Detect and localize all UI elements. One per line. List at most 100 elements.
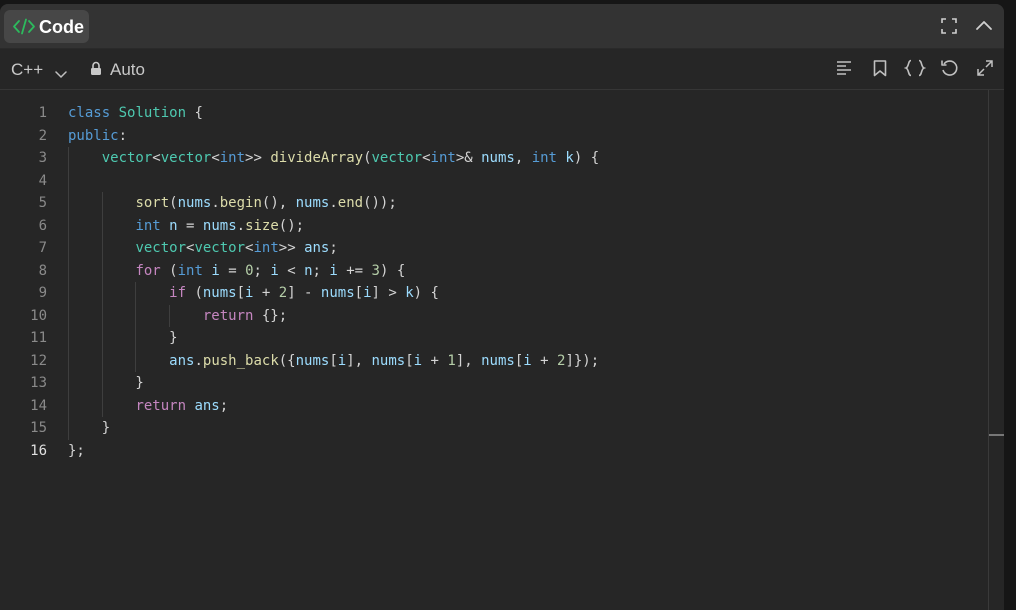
code-token: ( (186, 285, 203, 301)
collapse-icon[interactable] (975, 17, 993, 40)
code-line[interactable]: 5 sort(nums.begin(), nums.end()); (0, 192, 988, 215)
code-token: i (329, 262, 338, 279)
line-number: 16 (30, 442, 47, 459)
code-line[interactable]: 8 for (int i = 0; i < n; i += 3) { (0, 260, 988, 283)
code-token: ) { (379, 262, 406, 279)
code-line[interactable]: 10 return {}; (0, 305, 988, 328)
code-line[interactable]: 11 } (0, 327, 988, 350)
code-token: } (68, 330, 178, 346)
code-token: ], (346, 352, 372, 369)
editor-toolbar: C++ Auto (0, 49, 1004, 90)
code-token: ) { (573, 150, 600, 166)
code-token: nums (202, 217, 237, 234)
code-line[interactable]: 1 class Solution { (0, 102, 988, 125)
code-line[interactable]: 16}; (0, 440, 988, 463)
code-token: begin (219, 195, 262, 211)
code-token: + (531, 352, 558, 369)
code-token: ; (219, 397, 229, 414)
chevron-down-icon[interactable] (55, 66, 67, 84)
code-token: nums (320, 285, 355, 301)
code-editor[interactable]: 1 class Solution {2 public: 3 vector<vector… (0, 90, 988, 610)
code-token: nums (481, 150, 515, 166)
code-token: ans (169, 352, 195, 369)
code-token: : (118, 127, 128, 144)
code-tab-label: Code (39, 17, 84, 37)
code-token: 2 (278, 285, 288, 301)
code-token: . (194, 352, 203, 369)
code-token: int (531, 150, 557, 166)
code-token: nums (481, 352, 515, 369)
code-token: [ (405, 352, 414, 369)
fullscreen-icon[interactable] (940, 17, 958, 40)
code-token: ) { (413, 285, 439, 301)
code-token: int (253, 240, 279, 256)
expand-icon[interactable] (976, 59, 994, 82)
code-token: nums (295, 195, 330, 211)
language-select[interactable]: C++ (11, 60, 43, 80)
code-token: vector (101, 150, 153, 166)
code-text: } (68, 417, 110, 440)
code-token: ; (253, 262, 271, 279)
code-tab[interactable]: Code (4, 10, 89, 43)
code-token: return (135, 397, 187, 414)
code-token: i (523, 352, 532, 369)
code-token: . (329, 195, 338, 211)
code-line[interactable]: 2 public: (0, 125, 988, 148)
code-token: 3 (371, 262, 380, 279)
code-token: ; (312, 262, 330, 279)
code-line[interactable]: 9 if (nums[i + 2] - nums[i] > k) { (0, 282, 988, 305)
code-token: public (68, 127, 119, 144)
code-line[interactable]: 15 } (0, 417, 988, 440)
code-line[interactable]: 3 vector<vector<int>> divideArray(vector… (0, 147, 988, 170)
code-token: k (565, 150, 574, 166)
code-token: = (219, 262, 246, 279)
code-text: } (68, 327, 178, 350)
code-token: < (278, 262, 305, 279)
code-token: (), (261, 195, 296, 211)
vertical-scrollbar[interactable] (988, 90, 1004, 610)
reset-icon[interactable] (940, 59, 959, 82)
code-text: sort(nums.begin(), nums.end()); (68, 192, 397, 215)
mode-label: Auto (110, 60, 145, 79)
code-token: ( (169, 195, 178, 211)
code-line[interactable]: 4 (0, 170, 988, 193)
code-token: size (245, 217, 279, 234)
code-token: ()); (363, 195, 397, 211)
code-token: i (413, 352, 423, 369)
braces-icon[interactable] (903, 59, 927, 82)
code-token: n (304, 262, 313, 279)
code-text: class Solution { (68, 102, 203, 125)
code-line[interactable]: 6 int n = nums.size(); (0, 215, 988, 238)
code-token: ]}); (565, 352, 600, 369)
code-token: ans (304, 240, 330, 256)
code-token: nums (371, 352, 406, 369)
code-line[interactable]: 14 return ans; (0, 395, 988, 418)
line-number: 3 (38, 150, 47, 166)
code-token: [ (236, 285, 246, 301)
code-token: vector (160, 150, 212, 166)
code-text: return ans; (68, 395, 228, 418)
code-token: i (211, 262, 220, 279)
code-line[interactable]: 12 ans.push_back({nums[i], nums[i + 1], … (0, 350, 988, 373)
line-number: 5 (38, 195, 47, 211)
indent-guide (135, 282, 137, 372)
indent-guide (169, 304, 171, 327)
code-token: + (422, 352, 448, 369)
code-text: } (68, 372, 143, 395)
code-icon (12, 18, 36, 40)
code-text: int n = nums.size(); (68, 215, 304, 238)
code-token: ] - (287, 285, 321, 301)
format-icon[interactable] (835, 59, 853, 82)
code-line[interactable]: 13 } (0, 372, 988, 395)
line-number: 1 (38, 105, 47, 121)
code-token: ], (455, 352, 482, 369)
code-text: for (int i = 0; i < n; i += 3) { (68, 260, 405, 283)
line-number: 12 (30, 352, 47, 369)
line-number: 10 (30, 307, 47, 324)
bookmark-icon[interactable] (871, 59, 889, 82)
code-line[interactable]: 7 vector<vector<int>> ans; (0, 237, 988, 260)
